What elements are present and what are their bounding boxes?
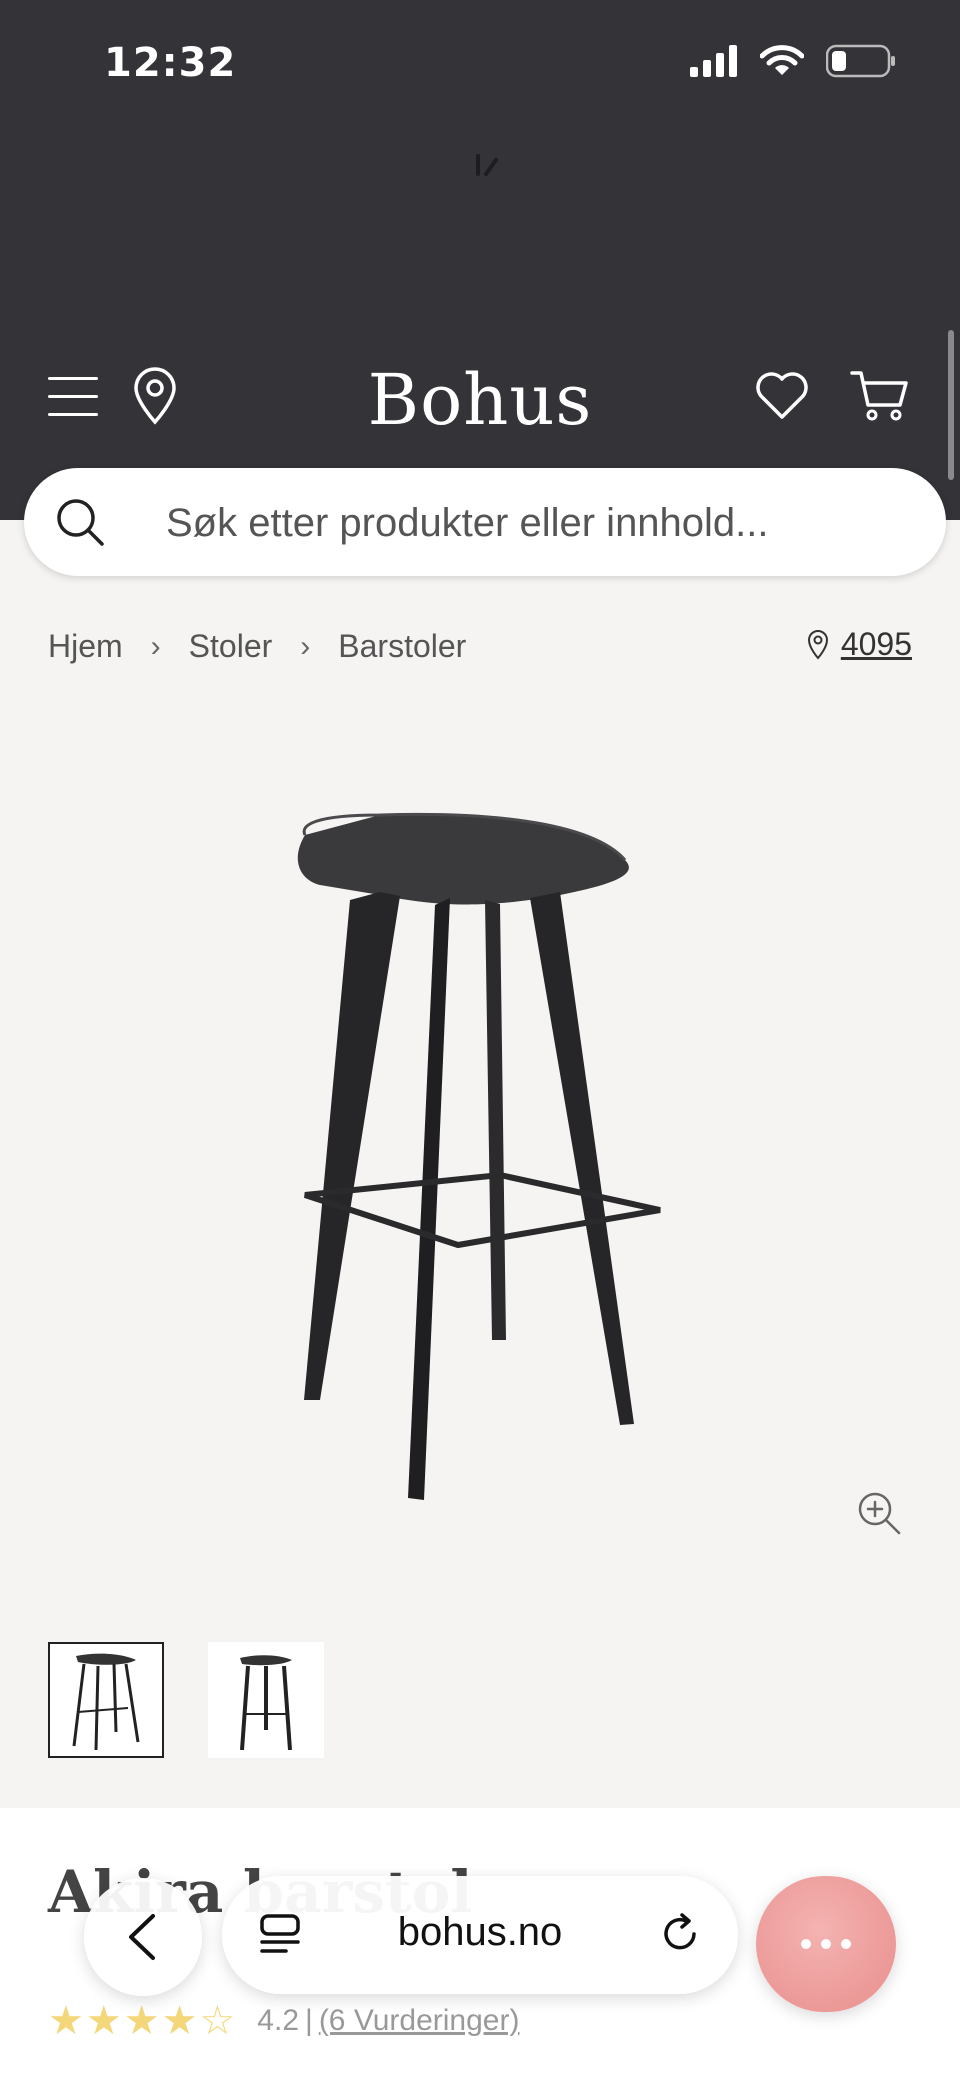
search-icon[interactable] [54,496,106,548]
rating-divider: | [305,2004,313,2037]
chevron-right-icon: › [150,629,161,663]
store-code[interactable]: 4095 [841,626,912,663]
top-navigation: Bohus [0,355,960,445]
brand-logo[interactable]: Bohus [0,355,960,445]
heart-icon[interactable] [754,369,810,421]
star-rating-icon: ★★★★☆ [48,1999,238,2043]
back-icon [129,1914,155,1960]
reviews-link[interactable]: (6 Vurderinger) [319,2004,520,2038]
thumbnail-image [72,1653,140,1750]
rating-value: 4.2 [257,2004,300,2037]
more-button[interactable] [756,1876,896,2012]
address-bar[interactable]: bohus.no [222,1876,738,1994]
status-time: 12:32 [104,40,237,86]
breadcrumb-barstoler[interactable]: Barstoler [338,628,466,665]
cart-icon[interactable] [850,369,910,423]
chevron-right-icon: › [300,629,311,663]
wifi-icon [760,45,804,75]
breadcrumb-home[interactable]: Hjem [48,628,123,665]
reload-icon[interactable] [658,1912,702,1956]
back-button[interactable] [84,1878,202,1996]
battery-icon [826,44,895,78]
breadcrumb-stoler[interactable]: Stoler [189,628,273,665]
thumbnail-image [240,1655,292,1750]
signal-icon [690,45,737,77]
product-image[interactable] [230,800,730,1510]
loading-icon [476,154,498,176]
breadcrumb: Hjem › Stoler › Barstoler [48,628,466,665]
search-input[interactable] [164,494,908,552]
search-bar[interactable] [24,468,946,576]
more-icon [801,1939,851,1949]
product-rating: ★★★★☆ 4.2 | (6 Vurderinger) [48,1998,519,2044]
status-icons [690,44,896,78]
thumbnail-1[interactable] [48,1642,164,1758]
store-location[interactable]: 4095 [807,626,912,663]
location-pin-icon [807,629,828,659]
thumbnail-2[interactable] [208,1642,324,1758]
zoom-in-icon[interactable] [856,1490,902,1536]
